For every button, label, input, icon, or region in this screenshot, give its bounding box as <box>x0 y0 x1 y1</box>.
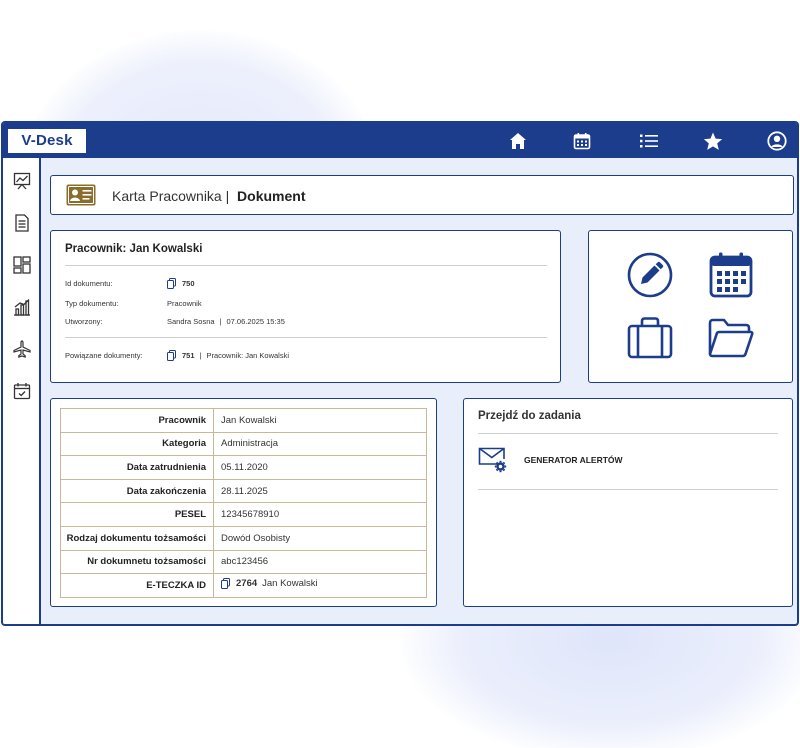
details-value: 05.11.2020 <box>213 455 427 480</box>
top-bar: V-Desk <box>3 123 797 158</box>
bar-chart-icon[interactable] <box>12 297 32 317</box>
task-label: GENERATOR ALERTÓW <box>524 455 623 465</box>
separator: | <box>219 317 222 326</box>
id-number: 750 <box>182 279 195 288</box>
type-value: Pracownik <box>167 299 202 308</box>
table-row: Data zakończenia 28.11.2025 <box>60 478 427 504</box>
tasks-title: Przejdź do zadania <box>478 410 581 422</box>
page-title-prefix: Karta Pracownika | <box>112 188 230 204</box>
mail-gear-icon <box>478 447 507 473</box>
user-icon[interactable] <box>765 129 789 153</box>
details-key: Pracownik <box>60 408 214 433</box>
chart-board-icon[interactable] <box>12 171 32 191</box>
calendar-check-icon[interactable] <box>12 381 32 401</box>
edit-icon[interactable] <box>627 252 673 298</box>
page-title-main: Dokument <box>237 188 306 204</box>
calendar-icon[interactable] <box>570 129 594 153</box>
details-key: PESEL <box>60 502 214 527</box>
star-icon[interactable] <box>701 129 725 153</box>
eteczka-link[interactable]: 2764 Jan Kowalski <box>213 573 427 598</box>
briefcase-icon[interactable] <box>627 315 673 361</box>
details-value: 12345678910 <box>213 502 427 527</box>
details-value: Administracja <box>213 431 427 457</box>
tasks-panel: Przejdź do zadania GENERATOR ALERTÓW <box>463 398 793 607</box>
related-id: 751 <box>182 351 195 360</box>
copy-icon <box>167 350 176 361</box>
details-table: Pracownik Jan Kowalski Kategoria Administr… <box>60 408 427 598</box>
divider <box>65 337 547 338</box>
table-row: Kategoria Administracja <box>60 431 427 457</box>
details-value: Jan Kowalski <box>213 408 427 433</box>
divider <box>478 489 778 490</box>
eteczka-name: Jan Kowalski <box>262 578 318 590</box>
details-key: Data zakończenia <box>60 478 214 504</box>
employee-title: Pracownik: Jan Kowalski <box>65 243 203 255</box>
details-key: Data zatrudnienia <box>60 455 214 480</box>
sidebar <box>3 158 41 624</box>
task-generator-alertow[interactable]: GENERATOR ALERTÓW <box>478 447 623 473</box>
app-logo[interactable]: V-Desk <box>8 129 86 153</box>
table-row: E-TECZKA ID 2764 Jan Kowalski <box>60 573 427 598</box>
table-row: PESEL 12345678910 <box>60 502 427 527</box>
title-panel: Karta Pracownika | Dokument <box>50 175 794 215</box>
calendar-grid-icon[interactable] <box>708 252 754 298</box>
details-key: Rodzaj dokumentu tożsamości <box>60 525 214 551</box>
employee-card-icon <box>66 184 96 206</box>
dashboard-icon[interactable] <box>12 255 32 275</box>
related-document-link[interactable]: 751 | Pracownik: Jan Kowalski <box>167 350 289 361</box>
table-row: Rodzaj dokumentu tożsamości Dowód Osobist… <box>60 525 427 551</box>
related-label: Powiązane dokumenty: <box>65 351 143 360</box>
table-row: Nr dokumnetu tożsamości abc123456 <box>60 549 427 575</box>
details-value: Dowód Osobisty <box>213 525 427 551</box>
created-at: 07.06.2025 15:35 <box>226 317 285 326</box>
copy-icon <box>221 578 230 590</box>
list-icon[interactable] <box>637 129 661 153</box>
type-label: Typ dokumentu: <box>65 299 119 308</box>
airplane-icon[interactable] <box>12 339 32 359</box>
copy-icon <box>167 278 176 289</box>
document-info-panel: Pracownik: Jan Kowalski Id dokumentu: 75… <box>50 230 561 383</box>
id-value[interactable]: 750 <box>167 278 195 289</box>
created-by: Sandra Sosna <box>167 317 215 326</box>
created-label: Utworzony: <box>65 317 103 326</box>
created-value: Sandra Sosna | 07.06.2025 15:35 <box>167 317 285 326</box>
actions-panel <box>588 230 793 383</box>
app-window: V-Desk Karta Pracownika | Dokument Praco… <box>1 121 799 626</box>
table-row: Pracownik Jan Kowalski <box>60 408 427 433</box>
related-name: Pracownik: Jan Kowalski <box>206 351 290 360</box>
details-key: Nr dokumnetu tożsamości <box>60 549 214 575</box>
details-value: abc123456 <box>213 549 427 575</box>
divider <box>65 265 547 266</box>
details-key: E-TECZKA ID <box>60 573 214 598</box>
separator: | <box>199 351 202 360</box>
details-key: Kategoria <box>60 431 214 457</box>
details-value: 28.11.2025 <box>213 478 427 504</box>
folder-icon[interactable] <box>708 315 754 361</box>
home-icon[interactable] <box>506 129 530 153</box>
page-title: Karta Pracownika | Dokument <box>112 188 305 204</box>
id-label: Id dokumentu: <box>65 279 113 288</box>
eteczka-id: 2764 <box>236 578 258 590</box>
details-panel: Pracownik Jan Kowalski Kategoria Administr… <box>50 398 437 607</box>
divider <box>478 433 778 434</box>
table-row: Data zatrudnienia 05.11.2020 <box>60 455 427 480</box>
document-icon[interactable] <box>12 213 32 233</box>
